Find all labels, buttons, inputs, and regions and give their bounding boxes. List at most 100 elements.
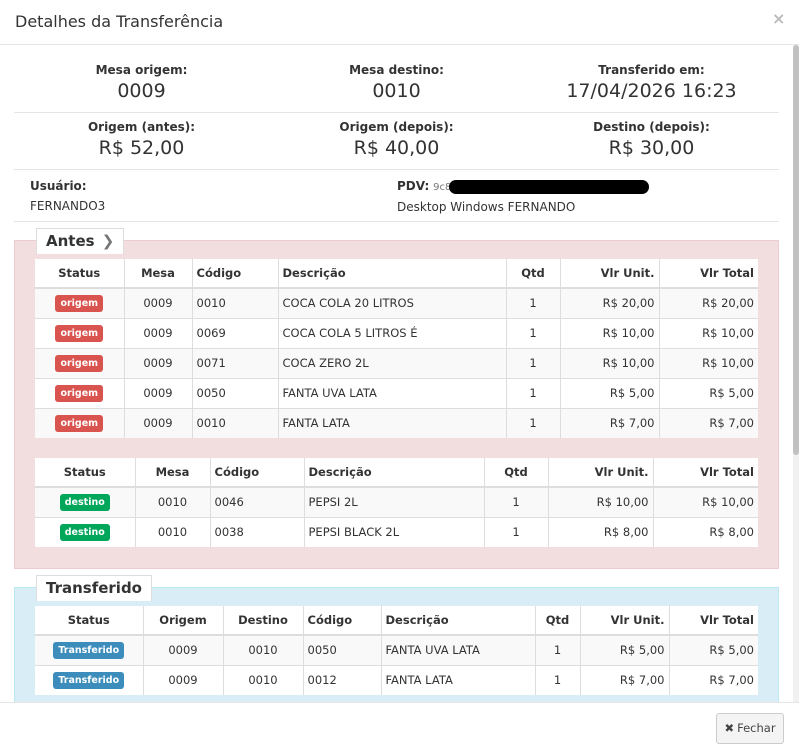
table-cell: R$ 5,00: [668, 634, 758, 665]
table-cell: 0009: [142, 664, 223, 695]
column-header: Descrição: [380, 606, 535, 636]
table-cell: destino: [35, 516, 135, 547]
table-cell: R$ 10,00: [658, 347, 758, 378]
table-cell: origem: [35, 347, 124, 378]
table-cell: origem: [35, 407, 124, 438]
table-cell: 1: [505, 347, 560, 378]
table-cell: FANTA UVA LATA: [380, 634, 535, 665]
table-cell: R$ 10,00: [547, 486, 653, 517]
column-header: Qtd: [534, 606, 580, 636]
destino-depois-label: Destino (depois):: [593, 120, 710, 134]
table-cell: R$ 10,00: [658, 317, 758, 348]
table-cell: 0009: [123, 317, 192, 348]
divider: [14, 221, 779, 222]
origem-table: Status Mesa Código Descrição Qtd Vlr Unit. Vlr…: [35, 259, 758, 438]
table-cell: origem: [35, 287, 124, 318]
column-header: Vlr Unit.: [559, 259, 659, 289]
table-row: Transferido 0009 0010 0012 FANTA LATA 1 R$ 7,0…: [35, 664, 758, 695]
fechar-button[interactable]: ✖ Fechar: [716, 713, 784, 744]
column-header: Código: [191, 259, 278, 289]
status-badge: origem: [55, 294, 104, 312]
column-header: Mesa: [123, 259, 192, 289]
table-cell: 0009: [123, 407, 192, 438]
table-cell: 1: [534, 634, 580, 665]
status-badge: origem: [55, 414, 104, 432]
usuario-label: Usuário:: [30, 179, 87, 193]
column-header: Destino: [222, 606, 303, 636]
usuario-value: FERNANDO3: [30, 199, 106, 213]
table-cell: R$ 5,00: [658, 377, 758, 408]
column-header: Vlr Total: [658, 259, 758, 289]
origem-antes-label: Origem (antes):: [87, 120, 196, 134]
transferido-em-value: 17/04/2026 16:23: [566, 80, 737, 102]
destino-depois-value: R$ 30,00: [608, 137, 695, 159]
table-cell: 0071: [191, 347, 278, 378]
table-cell: R$ 10,00: [652, 486, 758, 517]
destino-table: Status Mesa Código Descrição Qtd Vlr Unit. Vlr…: [35, 458, 758, 547]
mesa-destino: Mesa destino: 0010: [269, 63, 524, 102]
scrollbar-thumb[interactable]: [793, 45, 799, 455]
transferido-em-label: Transferido em:: [598, 63, 705, 77]
scrollbar[interactable]: [793, 45, 799, 702]
mesa-destino-value: 0010: [372, 80, 421, 102]
column-header: Código: [209, 458, 304, 488]
table-cell: 1: [505, 377, 560, 408]
table-row: origem 0009 0010 COCA COLA 20 LITROS 1 R$ 20,…: [35, 287, 758, 318]
column-header: Descrição: [277, 259, 506, 289]
table-cell: origem: [35, 317, 124, 348]
table-cell: 0010: [191, 287, 278, 318]
status-badge: Transferido: [53, 641, 125, 659]
table-cell: FANTA LATA: [380, 664, 535, 695]
status-badge: origem: [55, 354, 104, 372]
table-row: origem 0009 0071 COCA ZERO 2L 1 R$ 10,00 R$ 10…: [35, 347, 758, 378]
transferido-panel: Transferido Status Origem Destino Código Des…: [14, 575, 779, 702]
divider: [14, 169, 779, 170]
mesa-origem: Mesa origem: 0009: [14, 63, 269, 102]
table-cell: R$ 7,00: [559, 407, 659, 438]
column-header: Status: [35, 606, 143, 636]
column-header: Código: [302, 606, 381, 636]
status-badge: destino: [59, 523, 110, 541]
table-cell: R$ 7,00: [658, 407, 758, 438]
table-cell: 1: [483, 516, 548, 547]
mesa-origem-value: 0009: [117, 80, 166, 102]
close-icon[interactable]: ×: [772, 9, 785, 28]
table-row: destino 0010 0046 PEPSI 2L 1 R$ 10,00 R$ 10,00: [35, 486, 758, 517]
status-badge: origem: [55, 324, 104, 342]
table-cell: R$ 5,00: [579, 634, 669, 665]
table-cell: 0010: [191, 407, 278, 438]
mesa-destino-label: Mesa destino:: [349, 63, 444, 77]
column-header: Vlr Unit.: [579, 606, 669, 636]
table-cell: FANTA UVA LATA: [277, 377, 506, 408]
table-row: origem 0009 0010 FANTA LATA 1 R$ 7,00 R$ 7,00: [35, 407, 758, 438]
column-header: Vlr Unit.: [547, 458, 653, 488]
table-cell: 0009: [123, 287, 192, 318]
status-badge: destino: [59, 493, 110, 511]
fechar-button-label: Fechar: [737, 721, 776, 735]
table-row: destino 0010 0038 PEPSI BLACK 2L 1 R$ 8,00 R$ …: [35, 516, 758, 547]
table-cell: Transferido: [35, 634, 143, 665]
table-cell: 1: [505, 407, 560, 438]
origem-depois-label: Origem (depois):: [339, 120, 454, 134]
modal-header: Detalhes da Transferência ×: [0, 0, 799, 45]
redacted-bar: [449, 179, 650, 194]
status-badge: Transferido: [53, 671, 125, 689]
modal-footer: ✖ Fechar: [0, 702, 799, 754]
table-header-row: Status Mesa Código Descrição Qtd Vlr Unit. Vlr…: [35, 458, 758, 488]
pdv-label: PDV:: [397, 179, 430, 193]
origem-depois: Origem (depois): R$ 40,00: [269, 120, 524, 159]
transferido-legend-label: Transferido: [46, 579, 142, 597]
column-header: Vlr Total: [668, 606, 758, 636]
column-header: Qtd: [505, 259, 560, 289]
pdv-value: Desktop Windows FERNANDO: [397, 199, 576, 214]
pdv-block: PDV: 9c8 Desktop Windows FERNANDO: [397, 179, 650, 214]
table-cell: COCA ZERO 2L: [277, 347, 506, 378]
origem-antes: Origem (antes): R$ 52,00: [14, 120, 269, 159]
table-cell: 0069: [191, 317, 278, 348]
table-cell: 0009: [142, 634, 223, 665]
destino-depois: Destino (depois): R$ 30,00: [524, 120, 779, 159]
table-cell: PEPSI 2L: [303, 486, 484, 517]
column-header: Status: [35, 259, 124, 289]
table-cell: 0010: [134, 516, 210, 547]
table-cell: PEPSI BLACK 2L: [303, 516, 484, 547]
